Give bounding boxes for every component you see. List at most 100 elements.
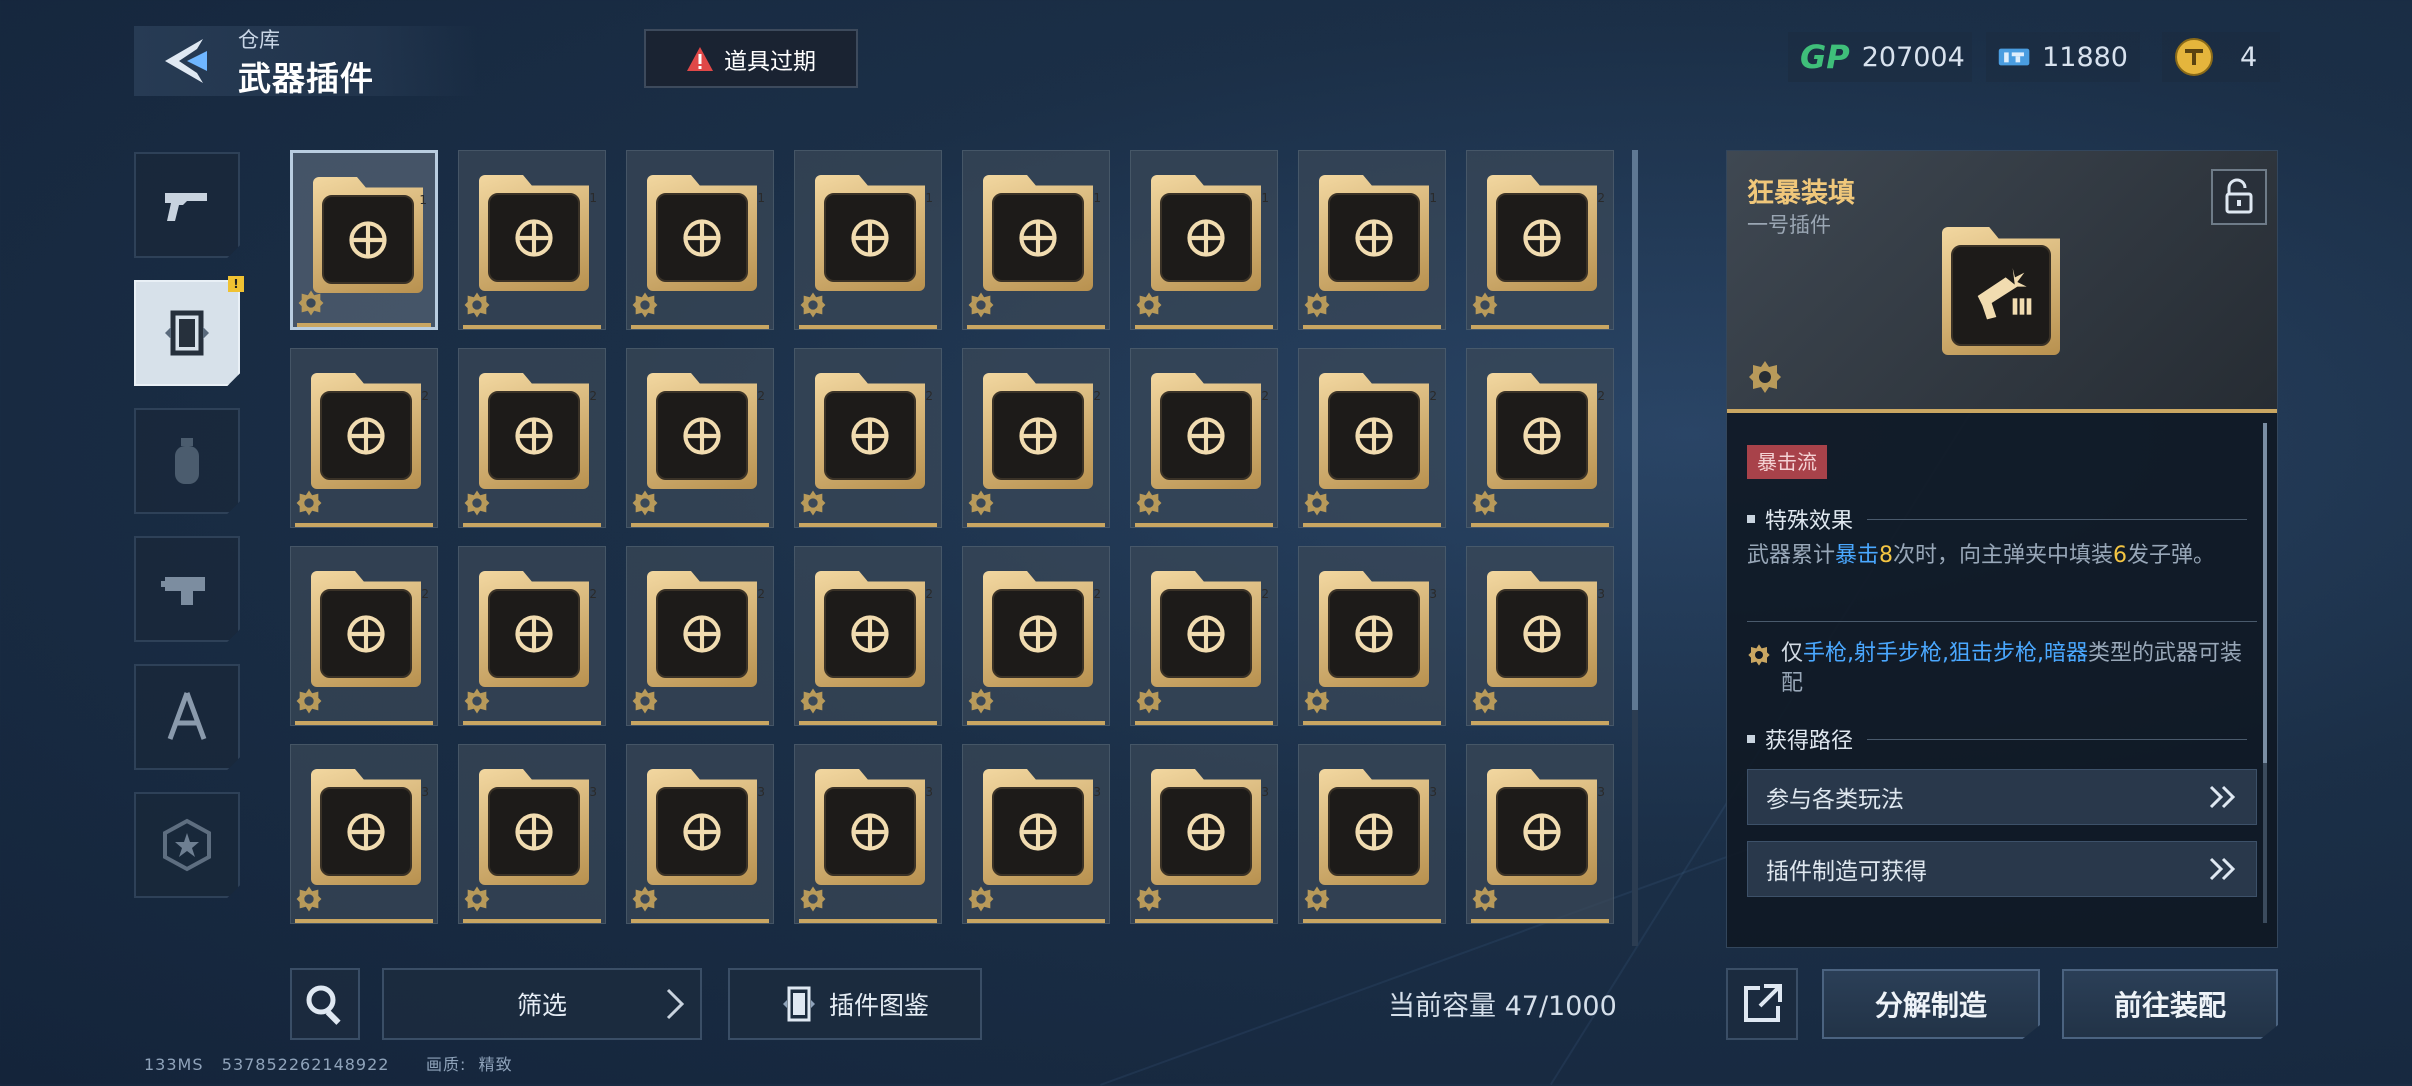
weapon-restriction: 仅手枪,射手步枪,狙击步枪,暗器类型的武器可装配	[1747, 639, 2247, 699]
source-label: 参与各类玩法	[1766, 787, 1904, 813]
plugin-slot-item[interactable]: 2	[962, 348, 1110, 528]
plugin-folder	[1151, 175, 1261, 291]
gear-icon	[1136, 688, 1162, 714]
grenade-icon	[175, 438, 199, 484]
plugin-slot-item[interactable]: 1	[290, 150, 438, 330]
pistol-icon	[165, 193, 207, 221]
anchor-icon	[1187, 614, 1225, 653]
sidebar-tab-weapons[interactable]	[134, 152, 240, 258]
coin-icon	[2175, 38, 2213, 76]
plugin-slot-item[interactable]: 1	[1130, 150, 1278, 330]
plugin-slot-item[interactable]: 2	[1298, 348, 1446, 528]
gear-icon	[1304, 490, 1330, 516]
plugin-slot-item[interactable]: 1	[626, 150, 774, 330]
share-button[interactable]	[1726, 968, 1798, 1040]
rarity-bar	[1471, 523, 1609, 527]
triad-icon	[347, 614, 385, 653]
back-button[interactable]	[150, 30, 220, 92]
plugin-slot-item[interactable]: 3	[626, 744, 774, 924]
sidebar-tab-attachments[interactable]	[134, 536, 240, 642]
decompose-button[interactable]: 分解制造	[1822, 969, 2040, 1039]
ping-value: 133MS	[144, 1055, 204, 1074]
plugin-slot-item[interactable]: 2	[794, 546, 942, 726]
plugin-slot-item[interactable]: 2	[962, 546, 1110, 726]
plugin-slot-item[interactable]: 2	[1130, 348, 1278, 528]
gear-icon	[1749, 361, 1781, 393]
gear-icon	[1304, 292, 1330, 318]
pistol-crit-icon	[349, 220, 387, 259]
plugin-slot-item[interactable]: 3	[962, 744, 1110, 924]
plugin-slot-item[interactable]: 2	[626, 546, 774, 726]
rarity-bar	[799, 919, 937, 923]
breadcrumb: 仓库	[238, 28, 280, 52]
detail-scrollbar[interactable]	[2263, 423, 2267, 923]
gear-icon	[464, 886, 490, 912]
plugin-slot-item[interactable]: 2	[458, 546, 606, 726]
plugin-slot-item[interactable]: 3	[290, 744, 438, 924]
detail-panel: 狂暴装填 一号插件 暴击流 特殊效果 武器累计暴击8次时，向主弹夹中填装6发子弹…	[1726, 150, 2278, 948]
target-up-icon	[683, 218, 721, 257]
currency-coin-value: 4	[2240, 41, 2258, 73]
plugin-level: 2	[925, 389, 933, 403]
plugin-folder	[313, 177, 423, 293]
plugin-slot-item[interactable]: 2	[1130, 546, 1278, 726]
plugin-level: 2	[589, 389, 597, 403]
codex-button[interactable]: 插件图鉴	[728, 968, 982, 1040]
plugin-slot-item[interactable]: 3	[1130, 744, 1278, 924]
plugin-slot-item[interactable]: 2	[626, 348, 774, 528]
sidebar-tab-grenades[interactable]	[134, 408, 240, 514]
plugin-slot-item[interactable]: 1	[794, 150, 942, 330]
plugin-folder	[983, 373, 1093, 489]
rarity-bar	[1471, 919, 1609, 923]
source-row-crafting[interactable]: 插件制造可获得	[1747, 841, 2257, 897]
ticket-icon	[1998, 48, 2030, 66]
sidebar-tab-tools[interactable]	[134, 664, 240, 770]
plugin-slot-item[interactable]: 3	[1466, 546, 1614, 726]
burst-down-icon	[1355, 812, 1393, 851]
plugin-level: 1	[757, 191, 765, 205]
plugin-level: 3	[1429, 587, 1437, 601]
quality-label: 画质:	[425, 1055, 467, 1074]
plugin-slot-item[interactable]: 3	[1298, 546, 1446, 726]
source-label: 插件制造可获得	[1766, 859, 1927, 885]
fist-cycle-icon	[1019, 416, 1057, 455]
plugin-slot-item[interactable]: 3	[458, 744, 606, 924]
grid-scrollbar[interactable]	[1632, 150, 1638, 946]
plugin-slot-item[interactable]: 3	[1466, 744, 1614, 924]
rarity-bar	[295, 523, 433, 527]
source-row-gameplay[interactable]: 参与各类玩法	[1747, 769, 2257, 825]
plugin-slot-item[interactable]: 2	[1466, 348, 1614, 528]
plugin-slot-item[interactable]: 2	[290, 546, 438, 726]
filter-label: 筛选	[516, 991, 567, 1020]
plugin-slot-item[interactable]: 1	[458, 150, 606, 330]
plugin-slot-item[interactable]: 2	[458, 348, 606, 528]
gear-icon	[632, 688, 658, 714]
plugin-slot-item[interactable]: 1	[1298, 150, 1446, 330]
pistol-crit-icon	[1977, 267, 2032, 319]
lock-toggle-button[interactable]	[2211, 169, 2267, 225]
grid-scrollbar-thumb[interactable]	[1632, 150, 1638, 710]
plugin-slot-item[interactable]: 1	[962, 150, 1110, 330]
filter-button[interactable]: 筛选	[382, 968, 702, 1040]
detail-scrollbar-thumb[interactable]	[2263, 423, 2267, 763]
currency-gp: GP 207004	[1788, 32, 1972, 82]
plugin-slot-item[interactable]: 2	[290, 348, 438, 528]
codex-label: 插件图鉴	[828, 991, 929, 1020]
plugin-slot-item[interactable]: 2	[794, 348, 942, 528]
sidebar-tab-plugins[interactable]	[134, 280, 240, 386]
plugin-folder	[479, 175, 589, 291]
double-chevron-right-icon	[2209, 785, 2236, 809]
capacity-value: 47/1000	[1504, 991, 1617, 1022]
equip-button[interactable]: 前往装配	[2062, 969, 2278, 1039]
currency-gp-value: 207004	[1861, 41, 1965, 73]
plugin-slot-item[interactable]: 2	[1466, 150, 1614, 330]
bullet-hex-icon	[1523, 416, 1561, 455]
search-button[interactable]	[290, 968, 360, 1040]
rarity-bar	[463, 325, 601, 329]
gear-icon	[464, 292, 490, 318]
plugin-slot-item[interactable]: 3	[794, 744, 942, 924]
plugin-slot-item[interactable]: 3	[1298, 744, 1446, 924]
expired-items-button[interactable]: 道具过期	[644, 29, 858, 88]
target-up-icon	[851, 218, 889, 257]
sidebar-tab-badges[interactable]	[134, 792, 240, 898]
